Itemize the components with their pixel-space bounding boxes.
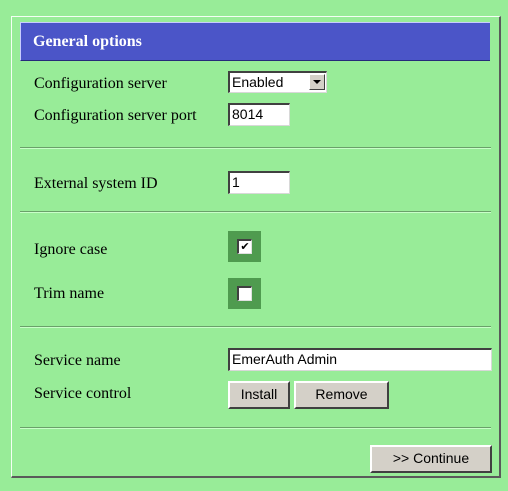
remove-button[interactable]: Remove — [294, 381, 389, 409]
trim-name-checkbox[interactable] — [237, 286, 252, 301]
section-divider — [20, 211, 491, 213]
section-divider — [20, 147, 491, 149]
trim-name-checkbox-well — [228, 278, 261, 309]
external-id-input[interactable]: 1 — [228, 171, 290, 194]
checkmark-icon: ✔ — [240, 240, 250, 253]
chevron-down-icon[interactable] — [309, 74, 325, 90]
section-divider — [20, 427, 491, 429]
install-button[interactable]: Install — [228, 381, 290, 409]
service-control-label: Service control — [34, 385, 132, 402]
continue-button[interactable]: >> Continue — [370, 445, 492, 473]
config-port-input[interactable]: 8014 — [228, 103, 290, 126]
panel-title: General options — [20, 22, 490, 61]
section-divider — [20, 326, 491, 328]
external-id-label: External system ID — [34, 175, 158, 192]
service-name-label: Service name — [34, 352, 121, 369]
config-port-label: Configuration server port — [34, 107, 197, 124]
general-options-panel: General options Configuration server Ena… — [11, 16, 501, 478]
service-name-input[interactable]: EmerAuth Admin — [228, 348, 492, 371]
trim-name-label: Trim name — [34, 285, 105, 302]
config-server-selected-value: Enabled — [232, 74, 284, 90]
config-server-select[interactable]: Enabled — [228, 71, 327, 93]
ignore-case-label: Ignore case — [34, 241, 108, 258]
config-server-label: Configuration server — [34, 75, 167, 92]
ignore-case-checkbox[interactable]: ✔ — [237, 239, 252, 254]
ignore-case-checkbox-well: ✔ — [228, 231, 261, 262]
